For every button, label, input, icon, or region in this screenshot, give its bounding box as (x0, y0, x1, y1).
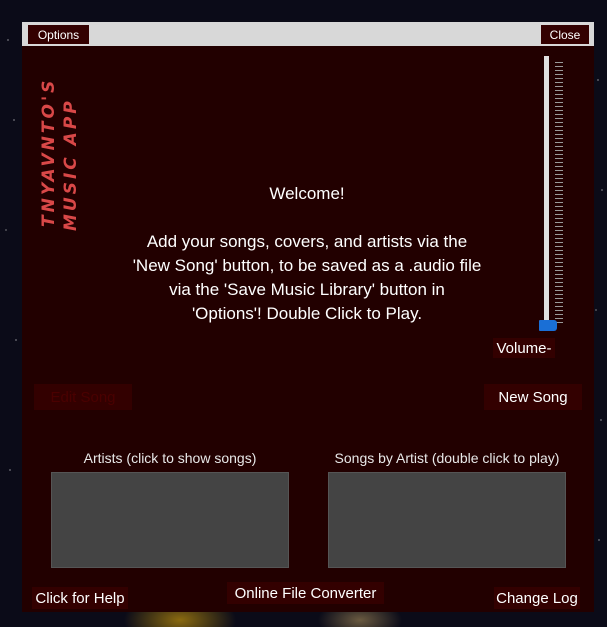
volume-slider-thumb[interactable] (539, 320, 557, 331)
logo-line2: MUSIC APP (61, 98, 81, 231)
songs-listbox[interactable] (328, 472, 566, 568)
edit-song-button[interactable]: Edit Song (34, 384, 132, 410)
help-button[interactable]: Click for Help (32, 587, 128, 609)
songs-list-label: Songs by Artist (double click to play) (334, 450, 560, 466)
close-button[interactable]: Close (541, 25, 589, 44)
options-button[interactable]: Options (28, 25, 89, 44)
volume-slider-track[interactable] (544, 56, 549, 324)
volume-slider-ticks (555, 62, 563, 324)
change-log-button[interactable]: Change Log (494, 587, 580, 609)
volume-label: Volume- (493, 338, 555, 358)
logo-line1: TNYAVNTO'S (39, 78, 59, 227)
new-song-button[interactable]: New Song (484, 384, 582, 410)
app-window: Options Close TNYAVNTO'S MUSIC APP Welco… (22, 22, 594, 612)
title-bar: Options Close (22, 22, 594, 46)
online-file-converter-button[interactable]: Online File Converter (227, 582, 384, 604)
app-logo: TNYAVNTO'S MUSIC APP (39, 78, 81, 231)
artists-listbox[interactable] (51, 472, 289, 568)
artists-list-label: Artists (click to show songs) (83, 450, 257, 466)
welcome-message: Welcome! Add your songs, covers, and art… (132, 184, 482, 323)
